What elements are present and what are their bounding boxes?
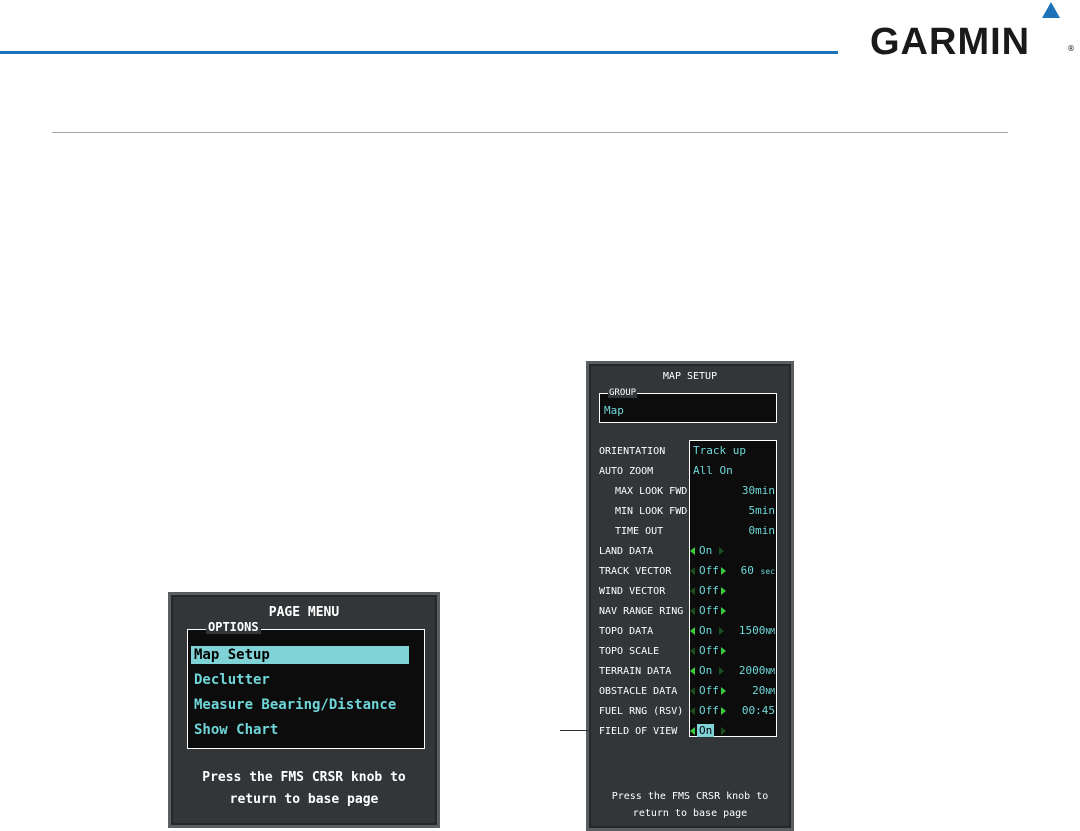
track-vector-value[interactable]: Off	[699, 564, 719, 577]
map-setup-title: MAP SETUP	[662, 371, 718, 382]
topo-data-range-unit: NM	[765, 627, 775, 636]
options-label: OPTIONS	[206, 620, 261, 634]
page-menu-window: PAGE MENU OPTIONS Map Setup Declutter Me…	[168, 592, 440, 828]
land-data-value[interactable]: On	[699, 544, 712, 557]
group-value[interactable]: Map	[604, 404, 624, 417]
max-look-fwd-value[interactable]: 30min	[742, 484, 775, 497]
min-look-fwd-value[interactable]: 5min	[749, 504, 776, 517]
row-label-topo-scale: TOPO SCALE	[599, 646, 660, 657]
menu-item-declutter[interactable]: Declutter	[191, 671, 270, 689]
terrain-data-range-unit: NM	[765, 667, 775, 676]
map-setup-footer: Press the FMS CRSR knob to return to bas…	[589, 788, 791, 822]
right-arrow-icon	[719, 547, 724, 555]
footer-line-1: Press the FMS CRSR knob to	[202, 770, 406, 785]
menu-item-map-setup[interactable]: Map Setup	[191, 646, 409, 664]
footer-line-2: return to base page	[632, 808, 748, 819]
nav-range-ring-value[interactable]: Off	[699, 604, 719, 617]
left-arrow-icon	[690, 607, 695, 615]
logo-text: GARMIN	[870, 21, 1031, 63]
terrain-data-range[interactable]: 2000NM	[739, 664, 775, 677]
logo-triangle-icon	[1042, 2, 1060, 18]
right-arrow-icon	[721, 727, 726, 735]
row-label-wind-vector: WIND VECTOR	[599, 586, 666, 597]
left-arrow-icon	[690, 687, 695, 695]
left-arrow-icon	[690, 727, 695, 735]
topo-data-range[interactable]: 1500NM	[739, 624, 775, 637]
section-rule	[52, 132, 1008, 133]
track-vector-time-unit: sec	[760, 567, 775, 576]
row-label-orientation: ORIENTATION	[599, 446, 666, 457]
right-arrow-icon	[721, 567, 726, 575]
row-label-min-look-fwd: MIN LOOK FWD	[615, 506, 688, 517]
page-menu-footer: Press the FMS CRSR knob to return to bas…	[171, 767, 437, 811]
right-arrow-icon	[721, 647, 726, 655]
group-box[interactable]: GROUP Map	[599, 388, 777, 423]
callout-leader-line	[560, 730, 596, 731]
terrain-data-value[interactable]: On	[699, 664, 712, 677]
topo-data-value[interactable]: On	[699, 624, 712, 637]
obstacle-data-value[interactable]: Off	[699, 684, 719, 697]
field-of-view-value[interactable]: On	[697, 724, 715, 737]
field-of-view-selected[interactable]: On	[697, 724, 715, 737]
wind-vector-value[interactable]: Off	[699, 584, 719, 597]
left-arrow-icon	[690, 627, 695, 635]
row-label-fuel-rng: FUEL RNG (RSV)	[599, 706, 684, 717]
right-arrow-icon	[721, 687, 726, 695]
track-vector-time[interactable]: 60 sec	[741, 564, 775, 577]
fuel-rng-value[interactable]: Off	[699, 704, 719, 717]
left-arrow-icon	[690, 647, 695, 655]
right-arrow-icon	[719, 627, 724, 635]
obstacle-data-range-number: 20	[752, 684, 766, 697]
row-label-track-vector: TRACK VECTOR	[599, 566, 672, 577]
auto-zoom-value[interactable]: All On	[693, 464, 733, 477]
time-out-value[interactable]: 0min	[749, 524, 776, 537]
menu-item-measure-bearing[interactable]: Measure Bearing/Distance	[191, 696, 396, 714]
footer-line-1: Press the FMS CRSR knob to	[611, 791, 769, 802]
right-arrow-icon	[721, 607, 726, 615]
options-box: OPTIONS Map Setup Declutter Measure Bear…	[187, 620, 425, 749]
row-label-field-of-view: FIELD OF VIEW	[599, 726, 678, 737]
header-rule	[0, 51, 838, 54]
track-vector-time-number: 60	[740, 564, 754, 577]
row-label-land-data: LAND DATA	[599, 546, 654, 557]
map-setup-window: MAP SETUP GROUP Map ORIENTATION Track up…	[586, 361, 794, 831]
row-label-auto-zoom: AUTO ZOOM	[599, 466, 654, 477]
row-label-nav-range-ring: NAV RANGE RING	[599, 606, 684, 617]
obstacle-data-range-unit: NM	[765, 687, 775, 696]
orientation-value[interactable]: Track up	[693, 444, 746, 457]
obstacle-data-range[interactable]: 20NM	[752, 684, 775, 697]
left-arrow-icon	[690, 667, 695, 675]
registered-mark: ®	[1067, 44, 1075, 53]
terrain-data-range-number: 2000	[738, 664, 766, 677]
group-label: GROUP	[608, 388, 638, 398]
left-arrow-icon	[690, 547, 695, 555]
row-label-max-look-fwd: MAX LOOK FWD	[615, 486, 688, 497]
row-label-time-out: TIME OUT	[615, 526, 664, 537]
right-arrow-icon	[721, 707, 726, 715]
topo-scale-value[interactable]: Off	[699, 644, 719, 657]
right-arrow-icon	[721, 587, 726, 595]
topo-data-range-number: 1500	[738, 624, 766, 637]
footer-line-2: return to base page	[229, 792, 379, 807]
left-arrow-icon	[690, 587, 695, 595]
left-arrow-icon	[690, 567, 695, 575]
row-label-obstacle-data: OBSTACLE DATA	[599, 686, 678, 697]
page-menu-title: PAGE MENU	[268, 605, 340, 620]
row-label-terrain-data: TERRAIN DATA	[599, 666, 672, 677]
right-arrow-icon	[719, 667, 724, 675]
menu-item-show-chart[interactable]: Show Chart	[191, 721, 278, 739]
row-label-topo-data: TOPO DATA	[599, 626, 654, 637]
fuel-rng-reserve[interactable]: 00:45	[742, 704, 775, 717]
left-arrow-icon	[690, 707, 695, 715]
garmin-logo: GARMIN ®	[870, 2, 1075, 63]
